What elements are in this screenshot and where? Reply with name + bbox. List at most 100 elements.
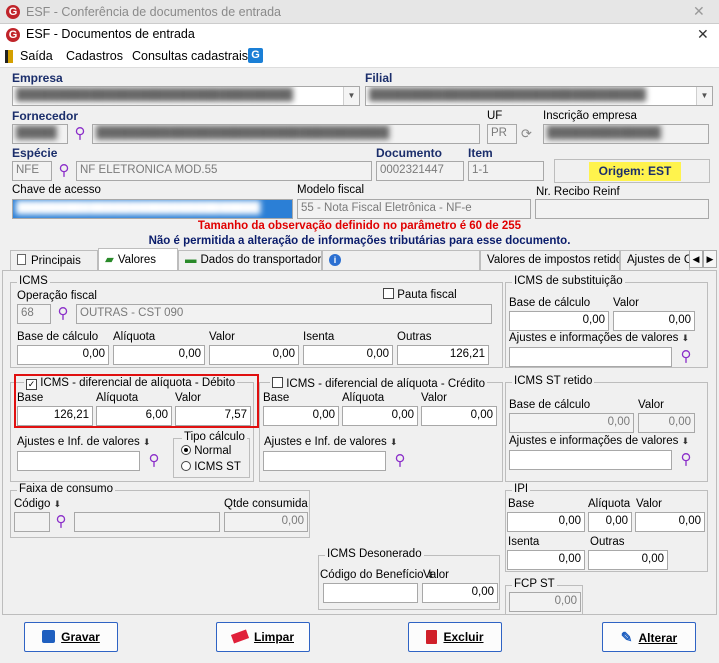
radio-selected-icon[interactable] [181,445,191,455]
difal-debito-ajustes-input[interactable] [17,451,140,471]
ipi-base-input[interactable]: 0,00 [507,512,585,532]
origem-badge: Origem: EST [589,162,681,181]
search-icon[interactable]: ⚲ [677,451,695,469]
alterar-button[interactable]: ✎ Alterar [602,622,696,652]
icms-st-retido-ajustes-input[interactable] [509,450,672,470]
tab-ajustes[interactable]: Ajustes de C [620,250,690,270]
difal-debito-ajustes-label: Ajustes e Inf. de valores ⬇ [17,436,151,448]
faixa-qtde-label: Qtde consumida [224,498,308,510]
tab-scroll-right-icon[interactable]: ▶ [703,250,717,268]
truck-icon: ▬ [185,254,197,266]
uf-label: UF [487,110,503,122]
ipi-aliquota-label: Alíquota [588,498,631,510]
empresa-select[interactable]: ██████████████████████████████████ ▼ [12,86,360,106]
radio-icon[interactable] [181,461,191,471]
chevron-down-icon[interactable]: ▼ [696,87,712,105]
menu-bar: Saída Cadastros Consultas cadastrais G [0,46,719,68]
icms-st-base-input[interactable]: 0,00 [509,311,609,331]
tab-valores[interactable]: ▰ Valores [98,248,178,270]
especie-code-input[interactable]: NFE [12,161,52,181]
icms-outras-input[interactable]: 126,21 [397,345,489,365]
background-window-titlebar: G ESF - Conferência de documentos de ent… [0,0,719,24]
limpar-button[interactable]: Limpar [216,622,310,652]
ipi-valor-input[interactable]: 0,00 [635,512,705,532]
difal-credito-checkbox[interactable]: ICMS - diferencial de alíquota - Crédito [270,377,487,390]
tab-transportador[interactable]: ▬ Dados do transportador [178,250,322,270]
info-arrow-icon: ⬇ [142,437,151,447]
money-icon: ▰ [105,254,114,266]
refresh-icon[interactable]: ⟳ [521,126,532,142]
excluir-button[interactable]: Excluir [408,622,502,652]
icms-valor-input[interactable]: 0,00 [209,345,299,365]
info-arrow-icon: ⬇ [681,436,690,446]
tab-impostos-retidos[interactable]: Valores de impostos retidos [480,250,620,270]
difal-credito-valor-input[interactable]: 0,00 [421,406,497,426]
icms-st-valor-label: Valor [613,297,639,309]
fcp-label: FCP ST [512,578,557,590]
difal-credito-aliquota-input[interactable]: 0,00 [342,406,418,426]
desonerado-codigo-label: Código do Benefício ⬇ [320,569,435,581]
faixa-desc-input [74,512,220,532]
difal-credito-base-input[interactable]: 0,00 [263,406,339,426]
search-icon[interactable]: ⚲ [55,162,73,180]
g-app-icon[interactable]: G [248,48,263,63]
desonerado-codigo-input[interactable] [323,583,418,603]
icms-st-retido-ajustes-label: Ajustes e informações de valores ⬇ [509,435,690,447]
chevron-down-icon[interactable]: ▼ [343,87,359,105]
icms-st-ajustes-input[interactable] [509,347,672,367]
gravar-button[interactable]: Gravar [24,622,118,652]
desonerado-valor-input[interactable]: 0,00 [422,583,498,603]
menu-item-saida[interactable]: Saída [20,49,53,63]
fornecedor-name-input: ████████████████████████████████████ [92,124,480,144]
faixa-codigo-input [14,512,50,532]
origem-panel: Origem: EST [554,159,710,183]
chave-input[interactable]: ██████████████████████████████ [12,199,293,219]
checkbox-icon[interactable] [272,377,283,388]
background-window-title: ESF - Conferência de documentos de entra… [26,5,282,19]
icms-st-retido-base-input: 0,00 [509,413,634,433]
search-icon[interactable]: ⚲ [145,452,163,470]
icms-outras-label: Outras [397,331,432,343]
background-close-icon[interactable]: ✕ [693,3,705,20]
menu-item-cadastros[interactable]: Cadastros [66,49,123,63]
difal-credito-ajustes-input[interactable] [263,451,386,471]
difal-credito-valor-label: Valor [421,392,447,404]
radio-icms-st[interactable]: ICMS ST [181,461,241,473]
search-icon[interactable]: ⚲ [54,305,72,323]
ipi-isenta-input[interactable]: 0,00 [507,550,585,570]
icms-aliquota-input[interactable]: 0,00 [113,345,205,365]
search-icon[interactable]: ⚲ [677,348,695,366]
icms-isenta-input[interactable]: 0,00 [303,345,393,365]
desonerado-label: ICMS Desonerado [325,548,424,560]
item-input: 1-1 [468,161,544,181]
info-arrow-icon: ⬇ [681,333,690,343]
app-logo-icon: G [6,5,20,19]
tab-scroll-left-icon[interactable]: ◀ [689,250,703,268]
highlight-box [14,374,259,428]
operacao-label: Operação fiscal [17,290,97,302]
save-icon [42,630,56,643]
filial-select[interactable]: ██████████████████████████████████ ▼ [365,86,713,106]
search-icon[interactable]: ⚲ [391,452,409,470]
ipi-outras-label: Outras [590,536,625,548]
fornecedor-code-input[interactable]: █████ [12,124,68,144]
search-icon[interactable]: ⚲ [52,513,70,531]
checkbox-icon[interactable] [383,288,394,299]
icms-st-valor-input[interactable]: 0,00 [613,311,695,331]
chave-label: Chave de acesso [12,184,101,196]
tab-info[interactable]: i [322,250,480,270]
tab-principais[interactable]: Principais [10,250,98,270]
radio-normal[interactable]: Normal [181,445,231,457]
modelo-input: 55 - Nota Fiscal Eletrônica - NF-e [297,199,531,219]
icms-base-label: Base de cálculo [17,331,99,343]
ipi-aliquota-input[interactable]: 0,00 [588,512,632,532]
info-arrow-icon: ⬇ [53,499,62,509]
close-icon[interactable]: ✕ [697,26,709,43]
search-icon[interactable]: ⚲ [71,125,89,143]
icms-base-input[interactable]: 0,00 [17,345,109,365]
operacao-code-input[interactable]: 68 [17,304,51,324]
ipi-outras-input[interactable]: 0,00 [588,550,668,570]
exit-door-icon[interactable] [5,50,13,63]
pauta-checkbox[interactable]: Pauta fiscal [383,288,457,301]
menu-item-consultas[interactable]: Consultas cadastrais [132,49,248,63]
